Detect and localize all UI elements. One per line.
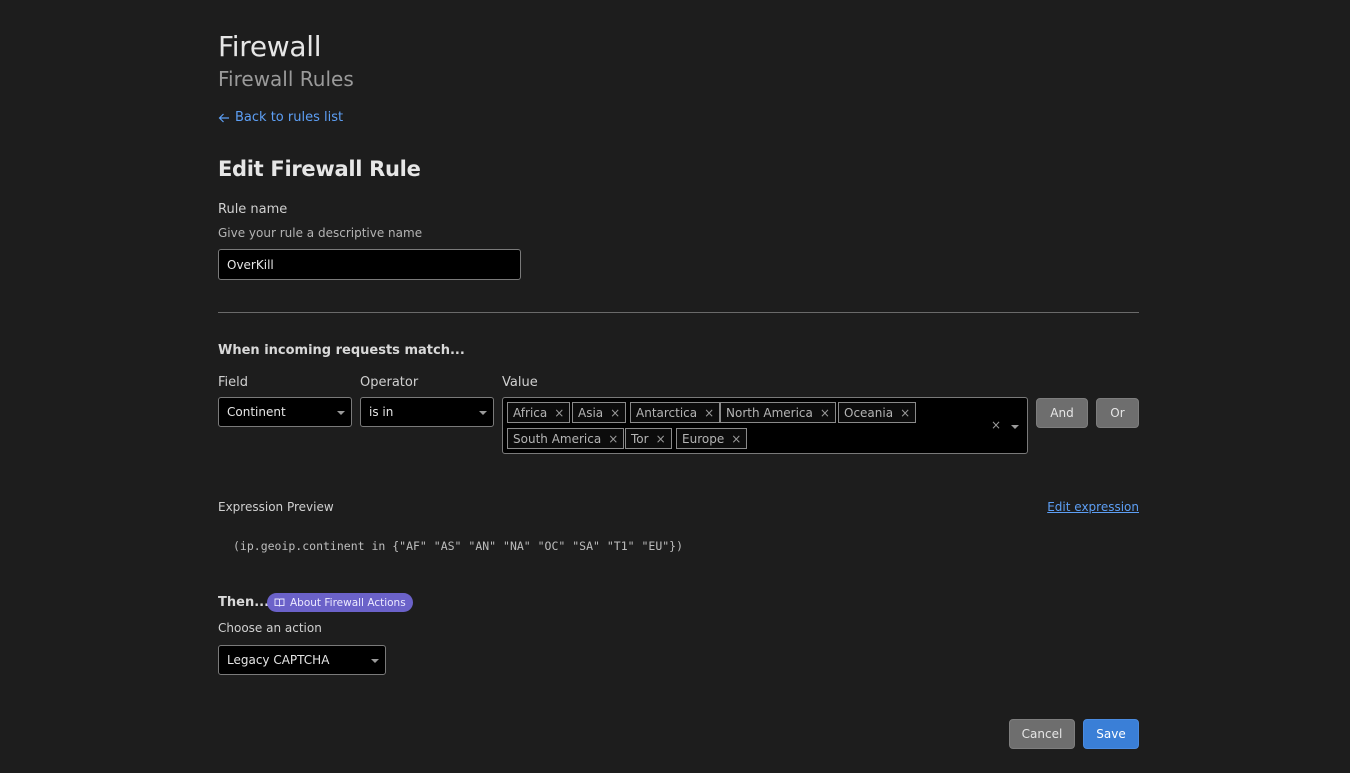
back-to-rules-link[interactable]: Back to rules list — [218, 110, 343, 125]
remove-icon[interactable]: × — [704, 406, 714, 420]
operator-select[interactable]: is in — [360, 397, 494, 427]
value-chip: South America × — [507, 428, 625, 449]
operator-label: Operator — [360, 375, 419, 390]
and-button[interactable]: And — [1036, 398, 1088, 428]
chip-label: Oceania — [844, 405, 894, 420]
field-select[interactable]: Continent — [218, 397, 352, 427]
chip-label: Tor — [631, 431, 649, 446]
book-icon — [274, 598, 285, 607]
edit-expression-link[interactable]: Edit expression — [1047, 500, 1139, 514]
value-chip: Tor × — [625, 428, 672, 449]
remove-icon[interactable]: × — [608, 432, 618, 446]
section-divider — [218, 312, 1139, 313]
expression-preview: (ip.geoip.continent in {"AF" "AS" "AN" "… — [233, 539, 684, 553]
value-chip: Asia × — [572, 402, 627, 423]
chevron-down-icon — [371, 659, 379, 663]
cancel-button[interactable]: Cancel — [1009, 719, 1075, 749]
chevron-down-icon[interactable] — [1011, 425, 1019, 429]
chip-label: Africa — [513, 405, 548, 420]
clear-icon[interactable]: × — [991, 418, 1001, 432]
remove-icon[interactable]: × — [656, 432, 666, 446]
value-multiselect[interactable]: Africa × Asia × Antarctica × North Ameri… — [502, 397, 1028, 454]
value-chip: Africa × — [507, 402, 571, 423]
remove-icon[interactable]: × — [554, 406, 564, 420]
match-heading: When incoming requests match... — [218, 343, 465, 358]
chip-label: Asia — [578, 405, 604, 420]
page-title: Firewall — [218, 30, 322, 63]
page-subtitle: Firewall Rules — [218, 67, 354, 91]
value-chip: Oceania × — [838, 402, 917, 423]
badge-label: About Firewall Actions — [290, 596, 406, 609]
chip-label: South America — [513, 431, 602, 446]
save-button[interactable]: Save — [1083, 719, 1139, 749]
value-chip: North America × — [720, 402, 836, 423]
then-heading: Then... — [218, 595, 270, 610]
expression-preview-label: Expression Preview — [218, 500, 334, 514]
back-link-label: Back to rules list — [235, 110, 344, 125]
action-select-value: Legacy CAPTCHA — [227, 653, 330, 667]
choose-action-label: Choose an action — [218, 621, 322, 635]
value-chip: Antarctica × — [630, 402, 721, 423]
rule-name-input[interactable] — [218, 249, 521, 280]
chevron-down-icon — [337, 411, 345, 415]
about-firewall-actions-badge[interactable]: About Firewall Actions — [267, 593, 413, 612]
value-label: Value — [502, 375, 538, 390]
field-select-value: Continent — [227, 405, 286, 419]
chevron-down-icon — [479, 411, 487, 415]
arrow-left-icon — [218, 113, 229, 122]
or-button[interactable]: Or — [1096, 398, 1139, 428]
rule-name-label: Rule name — [218, 202, 288, 217]
remove-icon[interactable]: × — [820, 406, 830, 420]
field-label: Field — [218, 375, 249, 390]
value-chip: Europe × — [676, 428, 748, 449]
operator-select-value: is in — [369, 405, 394, 419]
remove-icon[interactable]: × — [610, 406, 620, 420]
chip-label: Antarctica — [636, 405, 698, 420]
chip-label: North America — [726, 405, 813, 420]
rule-name-help: Give your rule a descriptive name — [218, 226, 423, 240]
remove-icon[interactable]: × — [731, 432, 741, 446]
action-select[interactable]: Legacy CAPTCHA — [218, 645, 386, 675]
chip-label: Europe — [682, 431, 725, 446]
remove-icon[interactable]: × — [900, 406, 910, 420]
form-title: Edit Firewall Rule — [218, 157, 421, 181]
